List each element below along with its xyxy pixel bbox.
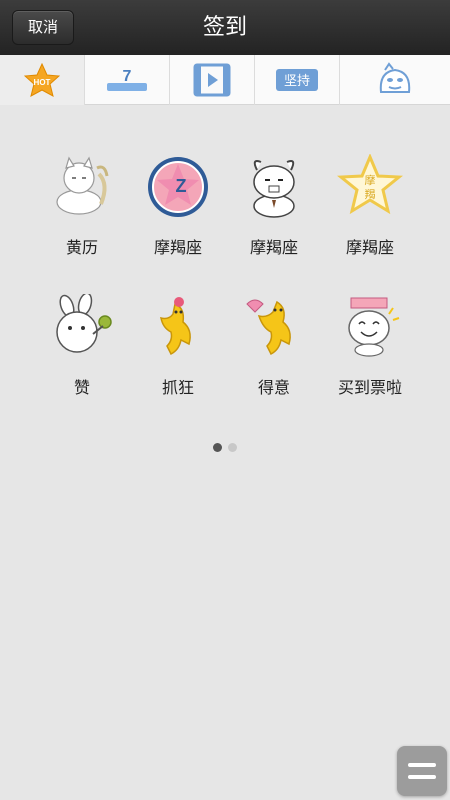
goat-cat-icon bbox=[253, 160, 295, 218]
menu-bar-icon bbox=[408, 763, 436, 767]
cat-ticket-icon bbox=[348, 297, 400, 357]
tab-hot[interactable]: HOT bbox=[0, 55, 85, 105]
sticker-label: 黄历 bbox=[65, 238, 98, 257]
rabbit-thumbs-icon bbox=[56, 294, 112, 353]
hot-star-icon: HOT bbox=[24, 63, 60, 97]
sticker-item[interactable]: 买到票啦 bbox=[322, 292, 418, 432]
sticker-label: 摩羯座 bbox=[345, 238, 394, 257]
top-bar: 签到 取消 bbox=[0, 0, 450, 55]
tab-kanji[interactable]: 7 bbox=[85, 55, 170, 105]
menu-bar-icon bbox=[408, 775, 436, 779]
tab-jianchi[interactable]: 坚持 bbox=[255, 55, 340, 105]
tab-video[interactable] bbox=[170, 55, 255, 105]
sticker-label: 抓狂 bbox=[161, 378, 194, 397]
sticker-item[interactable]: 得意 bbox=[226, 292, 322, 432]
capricorn-badge-icon: Z bbox=[148, 157, 208, 217]
menu-button[interactable] bbox=[397, 746, 447, 796]
cancel-button[interactable]: 取消 bbox=[12, 10, 74, 45]
sticker-label: 摩羯座 bbox=[249, 238, 298, 257]
gold-star-seal-icon: 摩 羯 bbox=[337, 154, 403, 215]
kanji-7-text: 7 bbox=[123, 68, 132, 85]
sticker-item[interactable]: 黄历 bbox=[34, 152, 130, 292]
sticker-category-bar: HOT 7 坚持 bbox=[0, 55, 450, 105]
sticker-item[interactable]: Z 摩羯座 bbox=[130, 152, 226, 292]
sticker-item[interactable]: 摩羯座 bbox=[226, 152, 322, 292]
yellow-dancer-icon bbox=[160, 297, 191, 356]
sticker-item[interactable]: 摩 羯 摩羯座 bbox=[322, 152, 418, 292]
page-dot-active[interactable] bbox=[213, 443, 222, 452]
yellow-fan-dancer-icon bbox=[246, 299, 291, 356]
sticker-label: 买到票啦 bbox=[337, 378, 402, 397]
cat-meditating-icon bbox=[56, 156, 109, 215]
hot-star-text: HOT bbox=[34, 78, 51, 87]
sticker-label: 摩羯座 bbox=[153, 238, 202, 257]
svg-text:摩: 摩 bbox=[365, 173, 376, 187]
jianchi-text: 坚持 bbox=[284, 74, 310, 89]
sticker-label: 赞 bbox=[73, 378, 90, 397]
cartoon-face-icon bbox=[379, 62, 411, 93]
sticker-item[interactable]: 抓狂 bbox=[130, 292, 226, 432]
svg-text:羯: 羯 bbox=[365, 187, 376, 201]
sticker-label: 得意 bbox=[257, 378, 290, 397]
tab-cartoon[interactable] bbox=[340, 55, 450, 105]
page-indicator bbox=[0, 443, 450, 452]
page-dot[interactable] bbox=[228, 443, 237, 452]
sticker-grid: 黄历 Z 摩羯座 摩羯座 摩 羯 摩羯座 赞 抓狂 得意 买到票啦 bbox=[34, 152, 418, 432]
sticker-item[interactable]: 赞 bbox=[34, 292, 130, 432]
video-icon bbox=[193, 63, 231, 97]
svg-text:Z: Z bbox=[176, 176, 187, 196]
jianchi-icon: 坚持 bbox=[276, 69, 318, 91]
kanji-7-icon: 7 bbox=[107, 68, 147, 91]
